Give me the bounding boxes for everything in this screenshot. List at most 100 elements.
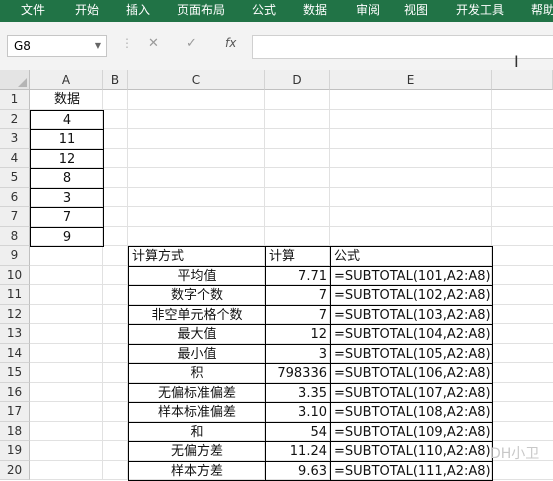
row-header[interactable]: 16 <box>0 383 30 403</box>
ribbon-tab[interactable]: 文件 <box>21 0 45 22</box>
row-header[interactable]: 7 <box>0 207 30 227</box>
row-header[interactable]: 10 <box>0 266 30 286</box>
enter-icon[interactable]: ✓ <box>186 36 197 51</box>
column-header-c[interactable]: C <box>128 70 265 90</box>
table-cell[interactable]: =SUBTOTAL(108,A2:A8) <box>330 402 493 423</box>
cancel-icon[interactable]: ✕ <box>148 36 159 51</box>
formula-bar: G8 ▼ ⋮ ✕ ✓ fx <box>0 22 553 70</box>
data-cell[interactable]: 9 <box>30 227 104 248</box>
table-cell[interactable]: 3.35 <box>265 383 331 404</box>
text-cursor-icon: I <box>514 52 519 71</box>
row-header[interactable]: 15 <box>0 363 30 383</box>
name-box[interactable]: G8 ▼ <box>7 35 107 57</box>
row-header[interactable]: 12 <box>0 305 30 325</box>
table-cell[interactable]: 非空单元格个数 <box>128 305 266 326</box>
table-cell[interactable]: 7.71 <box>265 266 331 287</box>
table-cell[interactable]: 12 <box>265 324 331 345</box>
column-header-d[interactable]: D <box>265 70 330 90</box>
table-cell[interactable]: =SUBTOTAL(101,A2:A8) <box>330 266 493 287</box>
column-header-a[interactable]: A <box>30 70 103 90</box>
data-cell[interactable]: 11 <box>30 129 104 150</box>
table-cell[interactable]: 样本方差 <box>128 461 266 481</box>
table-cell[interactable]: =SUBTOTAL(102,A2:A8) <box>330 285 493 306</box>
insert-function-icon[interactable]: fx <box>225 36 236 50</box>
watermark: DH小卫 <box>490 443 539 463</box>
table-cell[interactable]: 7 <box>265 305 331 326</box>
table-cell[interactable]: =SUBTOTAL(107,A2:A8) <box>330 383 493 404</box>
row-header[interactable]: 18 <box>0 422 30 442</box>
table-cell[interactable]: =SUBTOTAL(110,A2:A8) <box>330 441 493 462</box>
row-header[interactable]: 17 <box>0 402 30 422</box>
table-cell[interactable]: 数字个数 <box>128 285 266 306</box>
column-header-b[interactable]: B <box>103 70 128 90</box>
table-cell[interactable]: 和 <box>128 422 266 443</box>
table-cell[interactable]: 最小值 <box>128 344 266 365</box>
table-cell[interactable]: 54 <box>265 422 331 443</box>
select-all-corner[interactable] <box>0 70 30 90</box>
table-cell[interactable]: =SUBTOTAL(105,A2:A8) <box>330 344 493 365</box>
data-cell[interactable]: 7 <box>30 207 104 228</box>
gridline-horizontal <box>30 206 553 207</box>
ribbon-tab[interactable]: 公式 <box>252 0 276 22</box>
gridline-horizontal <box>30 109 553 110</box>
ribbon-tab[interactable]: 帮助 <box>531 0 553 22</box>
gridline-horizontal <box>30 187 553 188</box>
data-cell[interactable]: 4 <box>30 110 104 131</box>
row-header[interactable]: 4 <box>0 149 30 169</box>
ribbon-tab[interactable]: 开始 <box>75 0 99 22</box>
table-cell[interactable]: =SUBTOTAL(106,A2:A8) <box>330 363 493 384</box>
formula-input[interactable] <box>252 35 553 59</box>
table-cell[interactable]: 3 <box>265 344 331 365</box>
table-cell[interactable]: 样本标准偏差 <box>128 402 266 423</box>
table-cell[interactable]: 9.63 <box>265 461 331 481</box>
ribbon-tab[interactable]: 插入 <box>126 0 150 22</box>
table-cell[interactable]: 3.10 <box>265 402 331 423</box>
row-header[interactable]: 3 <box>0 129 30 149</box>
ribbon-tab[interactable]: 页面布局 <box>177 0 225 22</box>
row-header[interactable]: 11 <box>0 285 30 305</box>
data-cell[interactable]: 12 <box>30 149 104 170</box>
table-header-cell[interactable]: 计算 <box>265 246 331 267</box>
data-cell[interactable]: 8 <box>30 168 104 189</box>
table-header-cell[interactable]: 公式 <box>330 246 493 267</box>
table-cell[interactable]: 11.24 <box>265 441 331 462</box>
row-header[interactable]: 2 <box>0 110 30 130</box>
row-header[interactable]: 13 <box>0 324 30 344</box>
row-header[interactable]: 9 <box>0 246 30 266</box>
worksheet[interactable]: ABCDE1234567891011121314151617181920数据41… <box>0 70 553 479</box>
chevron-down-icon[interactable]: ▼ <box>95 36 101 56</box>
table-cell[interactable]: 最大值 <box>128 324 266 345</box>
table-header-cell[interactable]: 计算方式 <box>128 246 266 267</box>
table-cell[interactable]: 平均值 <box>128 266 266 287</box>
row-header[interactable]: 5 <box>0 168 30 188</box>
table-cell[interactable]: 7 <box>265 285 331 306</box>
table-cell[interactable]: =SUBTOTAL(111,A2:A8) <box>330 461 493 481</box>
row-header[interactable]: 20 <box>0 461 30 481</box>
name-box-value: G8 <box>14 39 31 53</box>
column-header-e[interactable]: E <box>330 70 492 90</box>
table-cell[interactable]: 798336 <box>265 363 331 384</box>
gridline-horizontal <box>30 226 553 227</box>
row-header[interactable]: 8 <box>0 227 30 247</box>
row-header[interactable]: 19 <box>0 441 30 461</box>
table-cell[interactable]: 无偏标准偏差 <box>128 383 266 404</box>
data-cell[interactable]: 3 <box>30 188 104 209</box>
ribbon-tab[interactable]: 开发工具 <box>456 0 504 22</box>
ribbon-tab-bar: 文件 开始 插入 页面布局 公式 数据 审阅 视图 开发工具 帮助 <box>0 0 553 22</box>
row-header[interactable]: 1 <box>0 90 30 110</box>
table-cell[interactable]: =SUBTOTAL(103,A2:A8) <box>330 305 493 326</box>
ribbon-tab[interactable]: 审阅 <box>356 0 380 22</box>
table-cell[interactable]: 无偏方差 <box>128 441 266 462</box>
ribbon-tab[interactable]: 数据 <box>303 0 327 22</box>
table-cell[interactable]: 积 <box>128 363 266 384</box>
table-cell[interactable]: =SUBTOTAL(109,A2:A8) <box>330 422 493 443</box>
gridline-horizontal <box>30 148 553 149</box>
column-header-f[interactable] <box>492 70 553 90</box>
ribbon-tab[interactable]: 视图 <box>404 0 428 22</box>
drag-handle-icon[interactable]: ⋮ <box>121 36 133 50</box>
cell-a1[interactable]: 数据 <box>30 90 104 111</box>
row-header[interactable]: 6 <box>0 188 30 208</box>
gridline-horizontal <box>30 167 553 168</box>
row-header[interactable]: 14 <box>0 344 30 364</box>
table-cell[interactable]: =SUBTOTAL(104,A2:A8) <box>330 324 493 345</box>
